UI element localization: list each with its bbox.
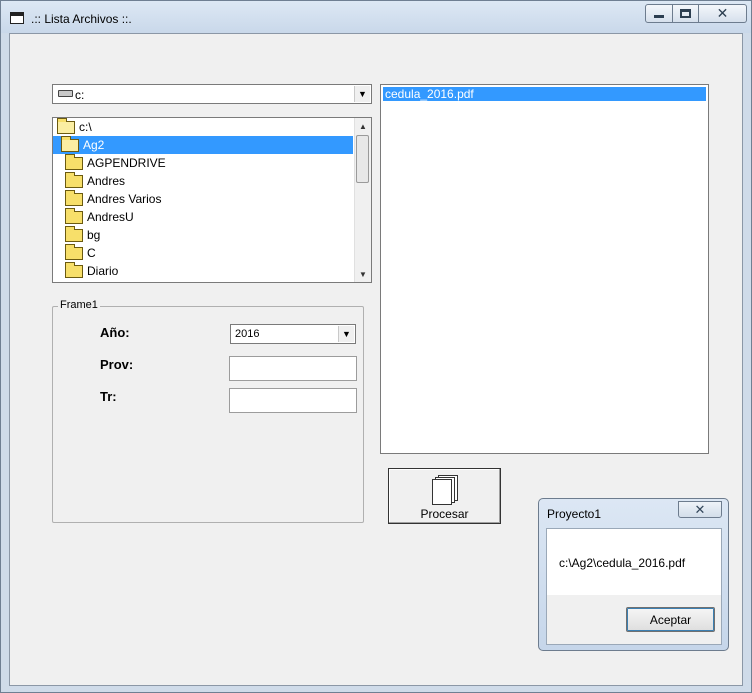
directory-item[interactable]: C [53,244,353,262]
arrow-down-icon: ▼ [359,269,367,279]
folder-open-icon [57,118,75,134]
drive-combo[interactable]: c: ▼ [52,84,372,104]
directory-list[interactable]: c:\ Ag2 AGPENDRIVE Andres Andres Varios … [52,117,372,283]
prov-input[interactable] [229,356,357,381]
directory-item[interactable]: AndresU [53,208,353,226]
chevron-down-icon: ▼ [358,89,367,99]
directory-label: Andres Varios [87,192,162,206]
minimize-icon [654,15,664,18]
close-icon: ✕ [694,501,706,517]
folder-icon [65,262,83,278]
message-close-button[interactable]: ✕ [678,501,722,518]
directory-label: c:\ [79,120,92,134]
anio-dropdown-button[interactable]: ▼ [338,326,354,342]
tr-label: Tr: [100,389,117,404]
prov-label: Prov: [100,357,134,372]
drive-value: c: [75,88,85,102]
directory-item[interactable]: Diario [53,262,353,280]
directory-item[interactable]: bg [53,226,353,244]
minimize-button[interactable] [645,4,673,23]
caption-buttons: ✕ [645,4,747,24]
folder-icon [65,226,83,242]
directory-scrollbar[interactable]: ▲ ▼ [354,118,371,282]
directory-label: AndresU [87,210,134,224]
anio-combo[interactable]: 2016 ▼ [230,324,356,344]
directory-label: Andres [87,174,126,188]
drive-dropdown-button[interactable]: ▼ [354,86,370,102]
close-icon: ✕ [716,5,729,21]
frame1-group: Frame1 Año: 2016 ▼ Prov: Tr: [52,299,364,523]
scroll-down-button[interactable]: ▼ [355,266,371,282]
folder-icon [65,244,83,260]
directory-label: Diario [87,264,119,278]
anio-value: 2016 [235,328,260,340]
directory-label: Ag2 [83,138,105,152]
aceptar-button[interactable]: Aceptar [626,607,715,632]
folder-icon [65,154,83,170]
chevron-down-icon: ▼ [342,329,351,339]
close-button[interactable]: ✕ [699,4,747,23]
directory-item-root[interactable]: c:\ [53,118,353,136]
message-content-area: c:\Ag2\cedula_2016.pdf [547,529,721,595]
procesar-label: Procesar [420,507,469,521]
message-dialog-title: Proyecto1 [547,507,602,521]
window-app-icon [10,12,24,24]
documents-icon [432,475,462,505]
maximize-icon [680,9,691,18]
tr-input[interactable] [229,388,357,413]
message-body: c:\Ag2\cedula_2016.pdf Aceptar [546,528,722,645]
message-dialog: Proyecto1 ✕ c:\Ag2\cedula_2016.pdf Acept… [538,498,729,651]
procesar-button[interactable]: Procesar [388,468,501,524]
file-list[interactable]: cedula_2016.pdf [380,84,709,454]
main-window: .:: Lista Archivos ::. ✕ c: ▼ c:\ Ag2 AG… [0,0,752,693]
scroll-up-button[interactable]: ▲ [355,118,371,134]
title-bar[interactable]: .:: Lista Archivos ::. ✕ [1,1,751,33]
directory-label: AGPENDRIVE [87,156,166,170]
directory-item[interactable]: Andres Varios [53,190,353,208]
window-title: .:: Lista Archivos ::. [31,12,132,26]
scroll-thumb[interactable] [356,135,369,183]
directory-item-ag2[interactable]: Ag2 [53,136,353,154]
drive-icon [58,90,73,97]
folder-open-icon [61,136,79,152]
directory-item[interactable]: Andres [53,172,353,190]
file-item-selected[interactable]: cedula_2016.pdf [383,87,706,101]
directory-item[interactable]: AGPENDRIVE [53,154,353,172]
maximize-button[interactable] [673,4,699,23]
directory-label: C [87,246,96,260]
arrow-up-icon: ▲ [359,121,367,131]
frame1-caption: Frame1 [58,299,100,311]
folder-icon [65,190,83,206]
folder-icon [65,172,83,188]
directory-label: bg [87,228,101,242]
anio-label: Año: [100,325,130,340]
message-text: c:\Ag2\cedula_2016.pdf [559,556,686,570]
folder-icon [65,208,83,224]
